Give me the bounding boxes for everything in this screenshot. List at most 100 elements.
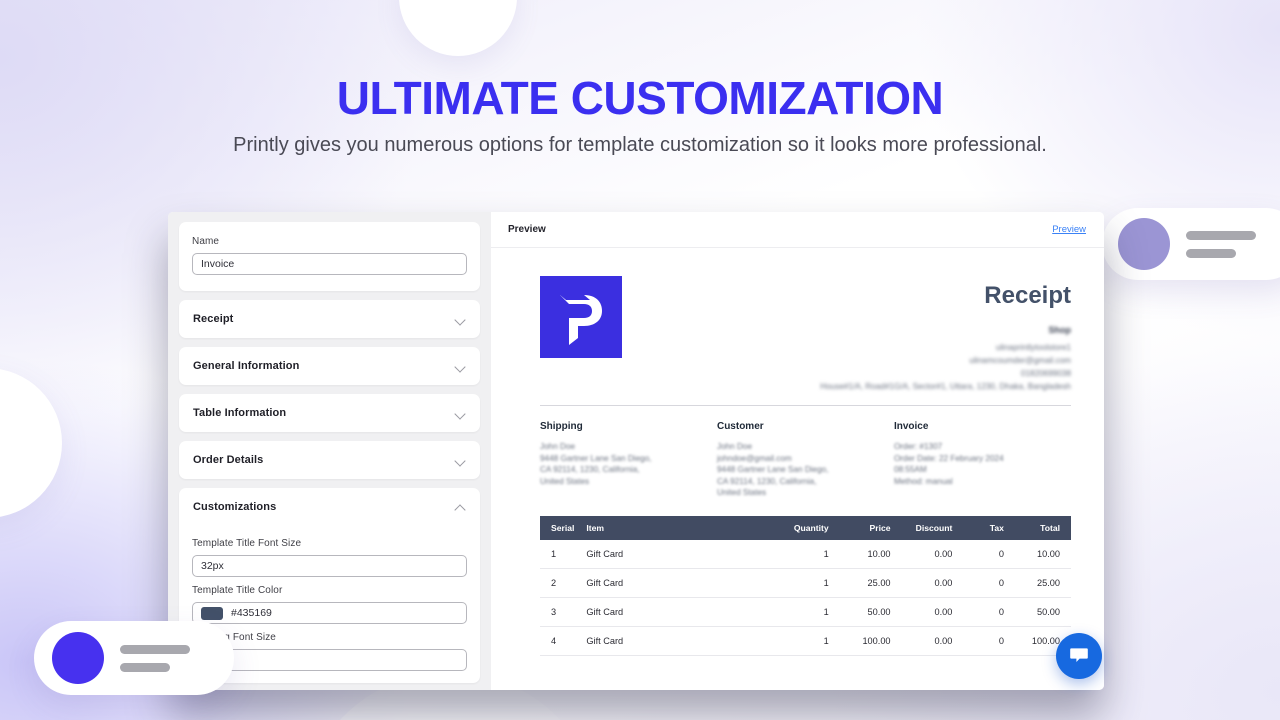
cell-quantity: 1: [756, 568, 829, 598]
cell-discount: 0.00: [890, 568, 953, 598]
shop-line: ulinamcoumder@gmail.com: [969, 356, 1071, 365]
table-header-row: Serial Item Quantity Price Discount Tax …: [540, 515, 1071, 540]
shop-details: ulinaprintlytoolstore1 ulinamcoumder@gma…: [820, 342, 1071, 393]
receipt-document: Receipt Shop ulinaprintlytoolstore1 ulin…: [491, 248, 1104, 690]
page-subheadline: Printly gives you numerous options for t…: [233, 134, 1047, 156]
shipping-line: John Doe: [540, 442, 576, 451]
cell-discount: 0.00: [890, 539, 953, 569]
customer-line: 9448 Gartner Lane San Diego,: [716, 465, 829, 474]
cell-tax: 0: [952, 539, 1004, 569]
decorative-avatar-circle: [1118, 218, 1170, 270]
customer-column: Customer John Doe johndoe@gmail.com 9448…: [717, 421, 894, 499]
invoice-heading: Invoice: [893, 421, 929, 432]
decorative-text-lines: [1186, 230, 1256, 258]
cell-total: 25.00: [1003, 568, 1071, 598]
shop-heading: Shop: [1048, 325, 1072, 335]
app-window: Name Invoice Receipt General Information…: [168, 212, 1104, 690]
table-row: 3 Gift Card 1 50.00 0.00 0 50.00: [540, 597, 1071, 627]
shipping-column: Shipping John Doe 9448 Gartner Lane San …: [540, 421, 717, 499]
invoice-column: Invoice Order: #1307 Order Date: 22 Febr…: [894, 421, 1071, 499]
column-header-discount: Discount: [890, 515, 953, 540]
decorative-avatar-circle: [52, 632, 104, 684]
cell-serial: 4: [540, 626, 587, 656]
preview-link[interactable]: Preview: [1052, 224, 1086, 235]
column-header-serial: Serial: [540, 515, 587, 540]
address-columns: Shipping John Doe 9448 Gartner Lane San …: [540, 421, 1071, 499]
accordion-order-details[interactable]: Order Details: [179, 441, 480, 479]
shipping-heading: Shipping: [540, 421, 583, 432]
shop-line: ulinaprintlytoolstore1: [995, 343, 1071, 352]
cell-quantity: 1: [756, 626, 829, 656]
accordion-general-information[interactable]: General Information: [179, 347, 480, 385]
customer-line: John Doe: [716, 442, 753, 451]
color-swatch[interactable]: [201, 606, 223, 620]
chat-bubble-icon: [1068, 644, 1090, 669]
accordion-table-information-label: Table Information: [193, 407, 287, 419]
cell-discount: 0.00: [890, 597, 953, 627]
cell-item: Gift Card: [586, 626, 757, 656]
cell-discount: 0.00: [890, 626, 953, 656]
document-header: Receipt Shop ulinaprintlytoolstore1 ulin…: [540, 276, 1071, 393]
document-title: Receipt: [984, 282, 1071, 309]
template-title-color-input[interactable]: #435169: [192, 602, 467, 624]
printly-logo-icon: [540, 276, 622, 358]
accordion-table-information[interactable]: Table Information: [179, 394, 480, 432]
template-title-color-label: Template Title Color: [192, 585, 283, 596]
settings-pane: Name Invoice Receipt General Information…: [168, 212, 491, 690]
accordion-customizations-header[interactable]: Customizations: [179, 488, 480, 526]
cell-price: 10.00: [828, 539, 891, 569]
column-header-quantity: Quantity: [756, 515, 829, 540]
accordion-customizations-label: Customizations: [193, 501, 277, 513]
chat-launcher-button[interactable]: [1056, 633, 1102, 679]
template-title-font-size-input[interactable]: 32px: [192, 555, 467, 577]
cell-quantity: 1: [756, 539, 829, 569]
name-field-card: Name Invoice: [179, 222, 480, 291]
column-header-item: Item: [586, 515, 757, 540]
decorative-line: [1186, 248, 1236, 258]
customer-line: johndoe@gmail.com: [716, 453, 792, 463]
decorative-line: [120, 644, 190, 654]
name-field-label: Name: [192, 236, 220, 247]
decorative-card-left: [34, 621, 234, 695]
heading-font-size-label: Heading Font Size: [192, 632, 276, 643]
column-header-price: Price: [828, 515, 891, 540]
invoice-line: 08:55AM: [893, 465, 927, 474]
decorative-line: [1186, 230, 1256, 240]
cell-item: Gift Card: [586, 568, 757, 598]
field-template-title-color: Template Title Color #435169: [192, 585, 467, 624]
column-header-tax: Tax: [952, 515, 1004, 540]
accordion-receipt[interactable]: Receipt: [179, 300, 480, 338]
decorative-text-lines: [120, 644, 190, 672]
shipping-line: CA 92114, 1230, California,: [540, 465, 640, 474]
shop-line: House#1/A, Road#1G/A, Sector#1, Uttara, …: [820, 382, 1071, 391]
chevron-down-icon: [455, 408, 466, 419]
cell-item: Gift Card: [586, 539, 757, 569]
decorative-line: [120, 662, 170, 672]
cell-tax: 0: [952, 597, 1004, 627]
cell-tax: 0: [952, 626, 1004, 656]
chevron-down-icon: [455, 361, 466, 372]
document-header-right: Receipt Shop ulinaprintlytoolstore1 ulin…: [820, 276, 1071, 393]
field-template-title-font-size: Template Title Font Size 32px: [192, 538, 467, 577]
cell-serial: 1: [540, 539, 587, 569]
table-row: 1 Gift Card 1 10.00 0.00 0 10.00: [540, 539, 1071, 569]
cell-serial: 2: [540, 568, 587, 598]
customer-line: United States: [716, 488, 767, 497]
decorative-card-right: [1102, 208, 1280, 280]
shop-line: 01820699038: [1020, 369, 1071, 378]
cell-total: 10.00: [1003, 539, 1071, 569]
cell-tax: 0: [952, 568, 1004, 598]
page-headline: ULTIMATE CUSTOMIZATION: [336, 72, 944, 124]
cell-serial: 3: [540, 597, 587, 627]
items-table: Serial Item Quantity Price Discount Tax …: [540, 515, 1071, 656]
name-input[interactable]: Invoice: [192, 253, 467, 275]
template-title-color-value: #435169: [231, 607, 272, 619]
cell-quantity: 1: [756, 597, 829, 627]
document-divider: [540, 405, 1071, 406]
customer-line: CA 92114, 1230, California,: [716, 476, 817, 486]
template-title-font-size-label: Template Title Font Size: [192, 538, 302, 549]
chevron-down-icon: [455, 455, 466, 466]
table-row: 4 Gift Card 1 100.00 0.00 0 100.00: [540, 626, 1071, 656]
decorative-circle-top: [399, 0, 517, 56]
invoice-line: Order: #1307: [893, 442, 943, 451]
